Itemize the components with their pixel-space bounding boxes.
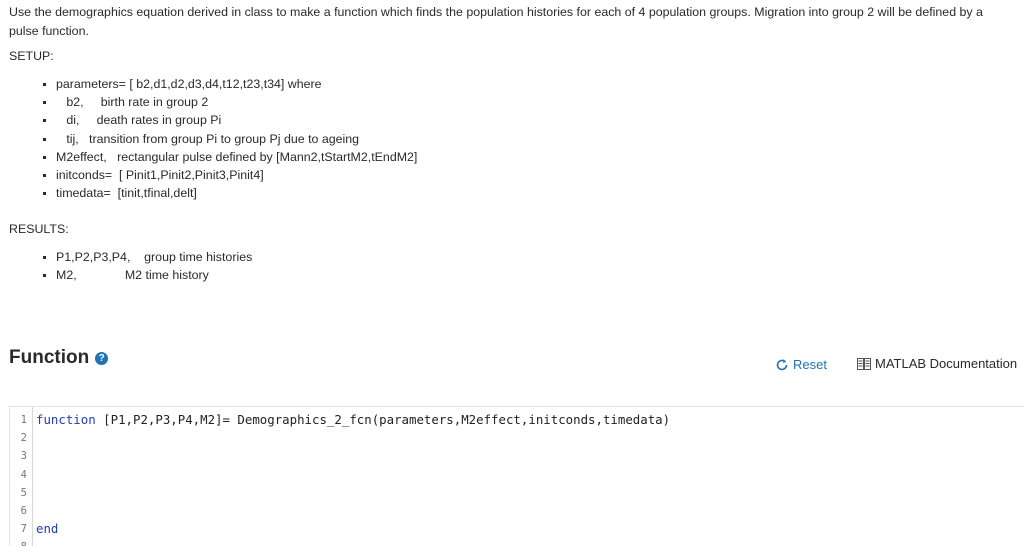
setup-list: parameters= [ b2,d1,d2,d3,d4,t12,t23,t34… [38, 75, 417, 202]
line-number: 6 [20, 505, 27, 517]
code-line[interactable]: 2 [10, 429, 1024, 447]
line-number: 7 [20, 523, 27, 536]
line-number: 1 [20, 414, 27, 426]
code-keyword: function [36, 412, 96, 427]
list-item: parameters= [ b2,d1,d2,d3,d4,t12,t23,t34… [38, 75, 417, 93]
function-title: Function [9, 347, 90, 368]
results-list: P1,P2,P3,P4, group time histories M2, M2… [38, 248, 252, 284]
list-item: di, death rates in group Pi [38, 111, 417, 129]
problem-statement: Use the demographics equation derived in… [9, 5, 983, 38]
reset-label: Reset [793, 357, 827, 372]
line-number: 3 [20, 450, 27, 463]
list-item: initconds= [ Pinit1,Pinit2,Pinit3,Pinit4… [38, 166, 417, 184]
doc-label: MATLAB Documentation [875, 356, 1018, 371]
function-heading: Function ? [9, 347, 109, 369]
code-line[interactable]: 7 end [10, 520, 1024, 538]
book-icon [857, 357, 871, 370]
list-item: M2effect, rectangular pulse defined by [… [38, 148, 417, 166]
line-number: 4 [20, 468, 27, 481]
list-item: P1,P2,P3,P4, group time histories [38, 248, 252, 266]
code-line[interactable]: 5 [10, 484, 1024, 502]
line-number: 2 [20, 432, 27, 445]
list-item: tij, transition from group Pi to group P… [38, 130, 417, 148]
setup-label: SETUP: [9, 49, 54, 63]
reset-button[interactable]: Reset [775, 357, 827, 372]
code-line[interactable]: 3 [10, 447, 1024, 465]
list-item: timedata= [tinit,tfinal,delt] [38, 184, 417, 202]
reset-icon [776, 358, 788, 370]
results-label: RESULTS: [9, 222, 69, 236]
code-editor[interactable]: 1 function [P1,P2,P3,P4,M2]= Demographic… [9, 406, 1024, 546]
code-keyword: end [36, 521, 59, 537]
list-item: M2, M2 time history [38, 266, 252, 284]
matlab-documentation-link[interactable]: MATLAB Documentation [857, 356, 1017, 371]
code-line[interactable]: 6 [10, 502, 1024, 520]
line-number: 5 [20, 486, 27, 499]
code-text: [P1,P2,P3,P4,M2]= Demographics_2_fcn(par… [95, 412, 671, 427]
code-line[interactable]: 1 function [P1,P2,P3,P4,M2]= Demographic… [10, 411, 1024, 429]
code-line[interactable]: 4 [10, 466, 1024, 484]
list-item: b2, birth rate in group 2 [38, 93, 417, 111]
question-circle-icon[interactable]: ? [95, 351, 109, 365]
